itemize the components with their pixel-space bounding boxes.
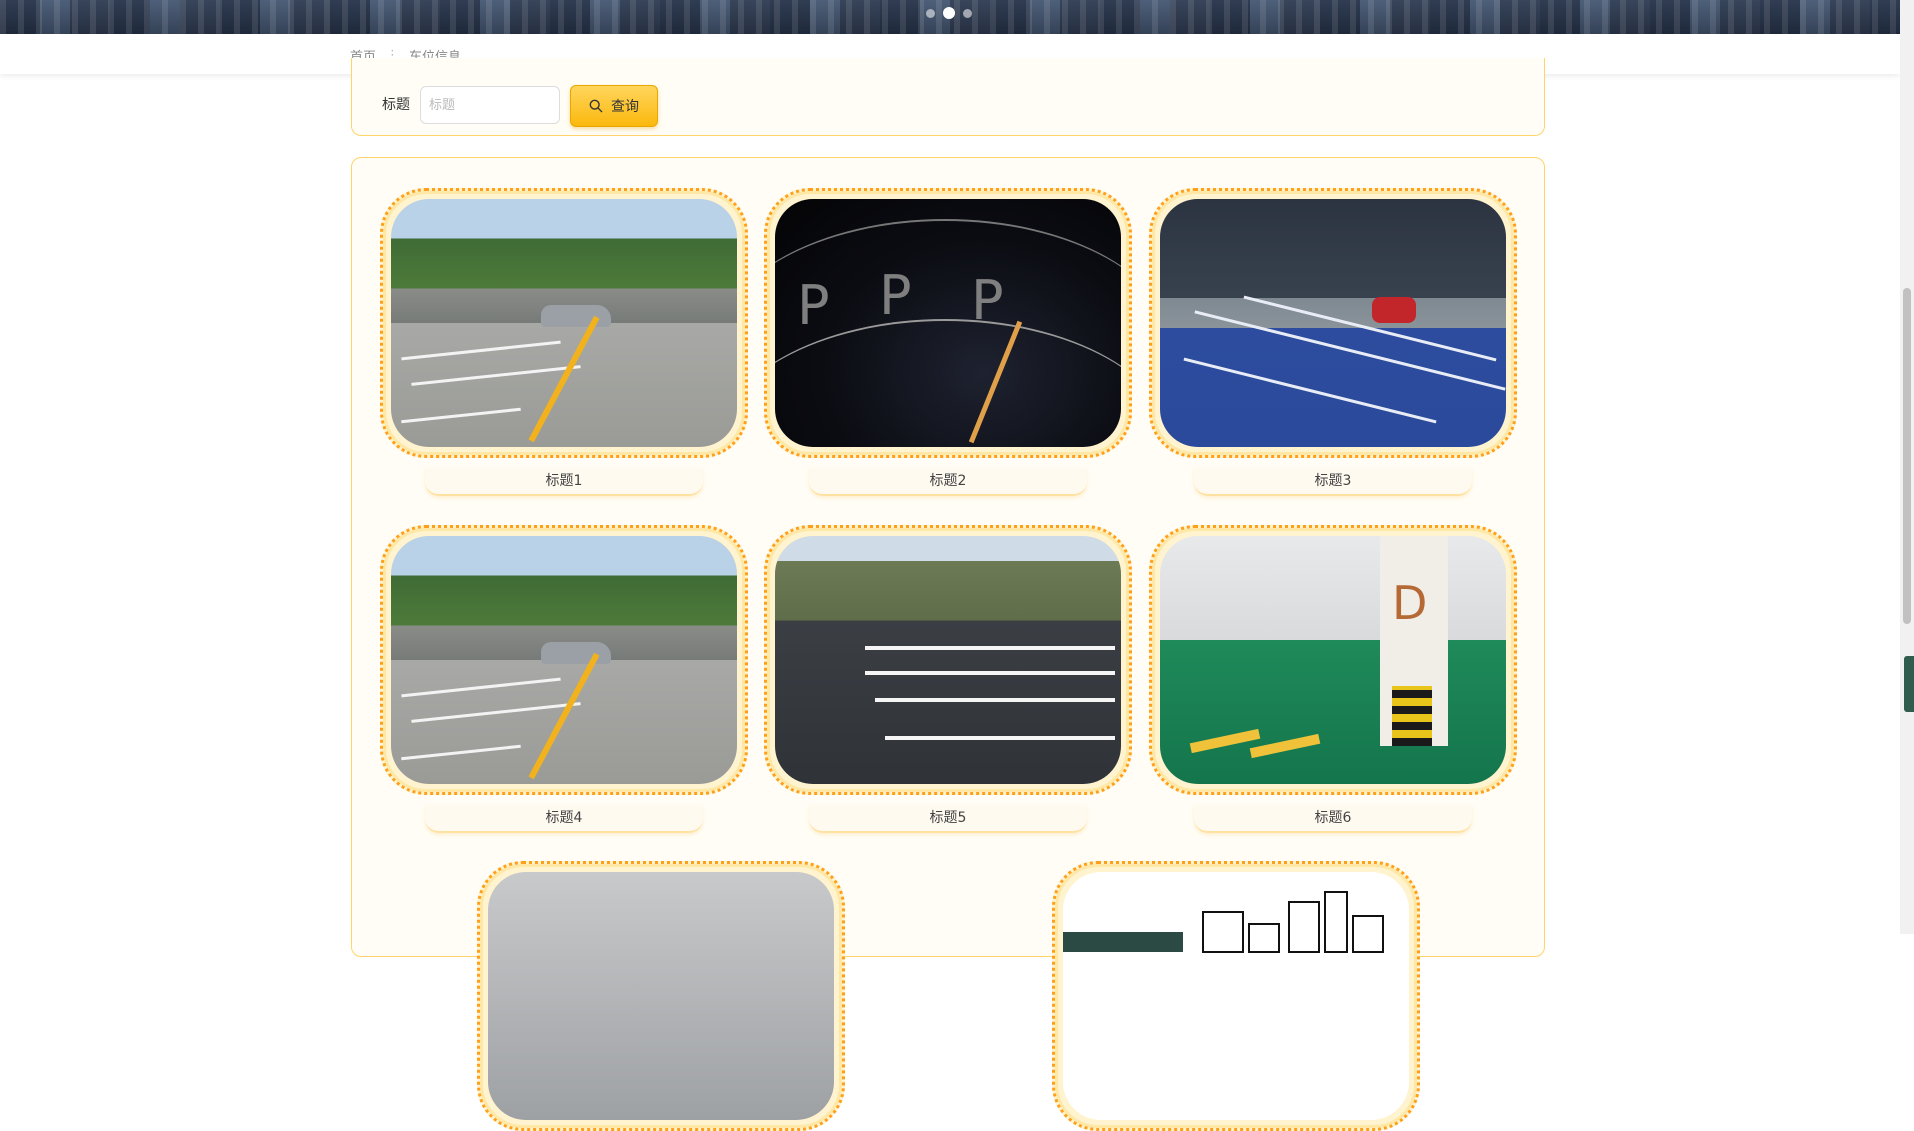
card-image-frame[interactable] (764, 525, 1132, 795)
card-image-frame[interactable] (1052, 861, 1420, 1131)
page-scrollbar[interactable] (1900, 0, 1914, 934)
top-banner (0, 0, 1914, 34)
parking-card[interactable]: 标题3 (1149, 188, 1517, 496)
parking-card[interactable] (477, 861, 845, 1131)
parking-photo[interactable]: D (1160, 536, 1506, 784)
card-title[interactable]: 标题1 (425, 468, 703, 496)
card-image-frame[interactable]: P P P (764, 188, 1132, 458)
parking-photo[interactable] (1063, 872, 1409, 1120)
parking-card[interactable]: P P P 标题2 (764, 188, 1132, 496)
card-title[interactable]: 标题2 (809, 468, 1087, 496)
carousel-dot[interactable] (926, 8, 935, 18)
card-title[interactable]: 标题6 (1194, 805, 1472, 833)
parking-card[interactable] (1052, 861, 1420, 1131)
parking-card[interactable]: 标题5 (764, 525, 1132, 833)
parking-card[interactable]: 标题1 (380, 188, 748, 496)
side-float-tab[interactable] (1904, 656, 1914, 712)
search-button-label: 查询 (611, 99, 639, 115)
search-button[interactable]: 查询 (570, 85, 658, 127)
carousel-dots (926, 7, 972, 19)
parking-card[interactable]: D 标题6 (1149, 525, 1517, 833)
card-image-frame[interactable] (477, 861, 845, 1131)
parking-list-panel: 标题1 P P P 标题2 标题3 标题4 标题5 D 标题6 (351, 157, 1545, 1131)
parking-photo[interactable] (775, 536, 1121, 784)
parking-photo[interactable] (488, 872, 834, 1120)
card-title[interactable]: 标题3 (1194, 468, 1472, 496)
parking-photo[interactable] (391, 536, 737, 784)
parking-photo[interactable]: P P P (775, 199, 1121, 447)
parking-photo[interactable] (1160, 199, 1506, 447)
search-panel: 标题 查询 (351, 58, 1545, 136)
card-image-frame[interactable] (1149, 188, 1517, 458)
card-image-frame[interactable] (380, 525, 748, 795)
card-title[interactable]: 标题5 (809, 805, 1087, 833)
search-label: 标题 (382, 97, 410, 113)
parking-card[interactable]: 标题4 (380, 525, 748, 833)
search-icon (589, 99, 603, 113)
search-input[interactable] (420, 86, 560, 124)
carousel-dot-active[interactable] (943, 7, 955, 19)
card-image-frame[interactable]: D (1149, 525, 1517, 795)
scrollbar-thumb[interactable] (1903, 288, 1911, 624)
card-image-frame[interactable] (380, 188, 748, 458)
card-title[interactable]: 标题4 (425, 805, 703, 833)
parking-photo[interactable] (391, 199, 737, 447)
carousel-dot[interactable] (963, 8, 972, 18)
